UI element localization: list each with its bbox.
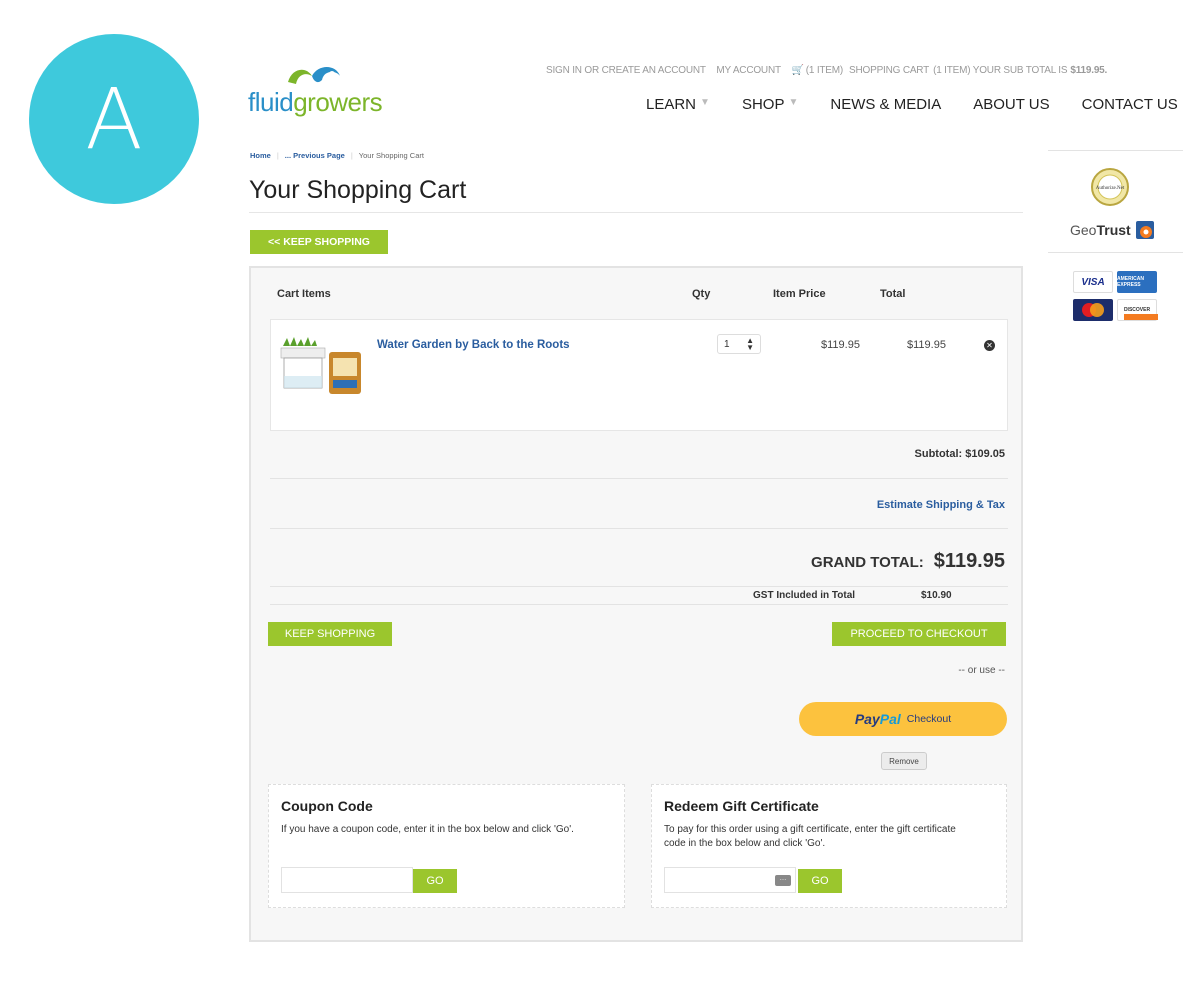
cart-link[interactable]: 🛒 (1 ITEM) SHOPPING CART (1 ITEM) YOUR SUB … — [791, 65, 1107, 76]
utility-bar: SIGN IN OR CREATE AN ACCOUNT MY ACCOUNT … — [546, 65, 1115, 76]
authorize-net-seal-icon[interactable]: Authorize.Net — [1090, 167, 1130, 207]
gift-certificate-input[interactable]: … — [664, 867, 796, 893]
summary-divider — [270, 586, 1008, 587]
breadcrumb-previous[interactable]: ... Previous Page — [285, 151, 345, 160]
keep-shopping-button[interactable]: KEEP SHOPPING — [268, 622, 392, 646]
section-letter-badge: A — [29, 34, 199, 204]
mastercard-card-icon — [1073, 299, 1113, 321]
cart-panel: Cart Items Qty Item Price Total Water Ga… — [249, 266, 1023, 942]
breadcrumb-current: Your Shopping Cart — [358, 151, 424, 160]
coupon-description: If you have a coupon code, enter it in t… — [281, 824, 574, 835]
estimate-shipping-link[interactable]: Estimate Shipping & Tax — [877, 499, 1005, 511]
logo-part-growers: growers — [293, 87, 383, 117]
my-account-link[interactable]: MY ACCOUNT — [716, 65, 781, 76]
keep-shopping-top-button[interactable]: << KEEP SHOPPING — [250, 230, 388, 254]
breadcrumb-home[interactable]: Home — [250, 151, 271, 160]
summary-divider — [270, 528, 1008, 529]
or-use-text: -- or use -- — [958, 665, 1005, 676]
select-arrows-icon: ▲ ▼ — [746, 336, 754, 352]
nav-label: NEWS & MEDIA — [830, 96, 942, 113]
site-logo[interactable]: fluidgrowers — [248, 62, 388, 122]
logo-waves-icon — [288, 67, 340, 84]
gift-title: Redeem Gift Certificate — [664, 798, 819, 814]
amex-card-icon: AMERICAN EXPRESS — [1117, 271, 1157, 293]
logo-wordmark: fluidgrowers — [248, 87, 383, 117]
sidebar-divider — [1048, 252, 1183, 253]
grand-total-label: GRAND TOTAL: — [811, 554, 924, 571]
chat-bubble-icon: … — [775, 875, 791, 886]
quantity-select[interactable]: 1 ▲ ▼ — [717, 334, 761, 354]
signin-link[interactable]: SIGN IN OR CREATE AN ACCOUNT — [546, 65, 706, 76]
nav-label: LEARN — [646, 96, 697, 113]
coupon-code-input[interactable] — [281, 867, 413, 893]
remove-item-icon[interactable]: ✕ — [984, 340, 995, 351]
nav-item-learn[interactable]: LEARN ▼ — [646, 96, 710, 113]
geotrust-seal[interactable]: Geo Trust — [1070, 220, 1155, 240]
grand-total-value: $119.95 — [933, 550, 1005, 572]
summary-divider — [270, 604, 1008, 605]
nav-label: ABOUT US — [973, 96, 1050, 113]
geotrust-trust: Trust — [1096, 222, 1131, 238]
coupon-go-button[interactable]: GO — [413, 869, 457, 893]
gst-label: GST Included in Total — [753, 590, 856, 601]
product-image[interactable] — [279, 336, 363, 396]
page-title: Your Shopping Cart — [249, 176, 467, 204]
cart-subtotal-text: (1 ITEM) YOUR SUB TOTAL IS — [933, 65, 1068, 76]
payment-cards: VISA AMERICAN EXPRESS DISCOVER — [1073, 271, 1159, 323]
nav-item-news-media[interactable]: NEWS & MEDIA — [830, 96, 941, 113]
discover-card-icon: DISCOVER — [1117, 299, 1158, 321]
sidebar-divider — [1048, 150, 1183, 151]
item-price: $119.95 — [821, 339, 860, 351]
main-nav: LEARN ▼ SHOP ▼ NEWS & MEDIA ABOUT US CONTA… — [646, 96, 1178, 113]
header-item-price: Item Price — [773, 288, 826, 300]
paypal-checkout-button[interactable]: PayPal Checkout — [799, 702, 1007, 736]
gst-value: $10.90 — [921, 590, 952, 601]
geotrust-logo-icon — [1135, 221, 1154, 239]
cart-count: (1 ITEM) — [805, 65, 844, 76]
gift-go-button[interactable]: GO — [798, 869, 842, 893]
quantity-value: 1 — [724, 338, 730, 350]
paypal-pay: Pay — [854, 711, 880, 727]
paypal-logo: PayPal — [855, 711, 901, 727]
coupon-code-box: Coupon Code If you have a coupon code, e… — [268, 784, 625, 908]
breadcrumb: Home | ... Previous Page | Your Shopping Car… — [250, 151, 424, 160]
nav-item-contact-us[interactable]: CONTACT US — [1082, 96, 1178, 113]
header-qty: Qty — [692, 288, 711, 300]
logo-part-fluid: fluid — [248, 87, 294, 117]
gift-certificate-box: Redeem Gift Certificate To pay for this … — [651, 784, 1007, 908]
authorize-net-text: Authorize.Net — [1096, 186, 1125, 191]
nav-item-about-us[interactable]: ABOUT US — [973, 96, 1049, 113]
paypal-pal: Pal — [879, 711, 901, 727]
header-cart-items: Cart Items — [277, 288, 331, 300]
cart-icon: 🛒 — [791, 65, 804, 76]
nav-label: SHOP — [741, 96, 785, 113]
cart-item-row: Water Garden by Back to the Roots 1 ▲ ▼ $… — [270, 319, 1008, 431]
grand-total: GRAND TOTAL: $119.95 — [811, 550, 1005, 573]
nav-item-shop[interactable]: SHOP ▼ — [742, 96, 798, 113]
summary-divider — [270, 478, 1008, 479]
cart-subtotal-amount: $119.95. — [1070, 65, 1108, 76]
proceed-to-checkout-button[interactable]: PROCEED TO CHECKOUT — [832, 622, 1006, 646]
remove-button[interactable]: Remove — [881, 752, 927, 770]
item-total: $119.95 — [907, 339, 946, 351]
caret-down-icon: ▼ — [700, 97, 710, 108]
title-divider — [249, 212, 1023, 213]
breadcrumb-separator: | — [276, 151, 279, 160]
gift-description: To pay for this order using a gift certi… — [664, 824, 956, 849]
shopping-cart-label: SHOPPING CART — [849, 65, 930, 76]
nav-label: CONTACT US — [1081, 96, 1178, 113]
coupon-title: Coupon Code — [281, 798, 373, 814]
breadcrumb-separator: | — [350, 151, 353, 160]
paypal-checkout-label: Checkout — [906, 713, 952, 725]
header-total: Total — [880, 288, 906, 300]
product-name-link[interactable]: Water Garden by Back to the Roots — [377, 339, 570, 351]
geotrust-geo: Geo — [1070, 222, 1097, 238]
discover-label: DISCOVER — [1123, 307, 1151, 313]
caret-down-icon: ▼ — [788, 97, 799, 108]
subtotal: Subtotal: $109.05 — [914, 448, 1005, 460]
visa-card-icon: VISA — [1073, 271, 1113, 293]
